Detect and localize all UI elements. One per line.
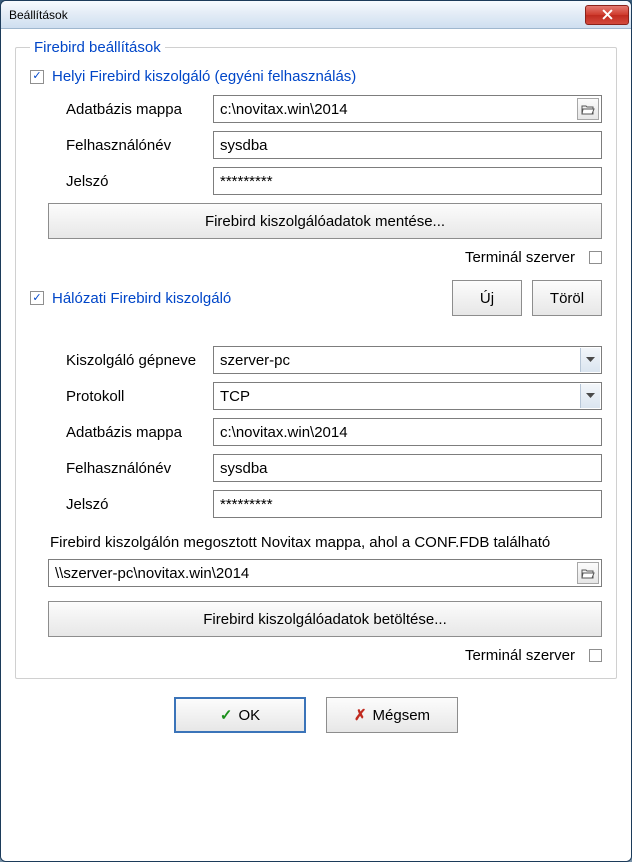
dialog-buttons: ✓ OK ✗ Mégsem bbox=[15, 697, 617, 733]
close-button[interactable] bbox=[585, 5, 629, 25]
network-user-input[interactable] bbox=[213, 454, 602, 482]
local-checkbox[interactable]: ✓ bbox=[30, 70, 44, 84]
ok-button[interactable]: ✓ OK bbox=[174, 697, 306, 733]
window-title: Beállítások bbox=[9, 8, 585, 22]
network-protocol-label: Protokoll bbox=[48, 388, 213, 405]
network-pass-input[interactable] bbox=[213, 490, 602, 518]
cross-icon: ✗ bbox=[354, 706, 367, 724]
local-dbfolder-label: Adatbázis mappa bbox=[48, 101, 213, 118]
settings-window: Beállítások Firebird beállítások ✓ Helyi… bbox=[0, 0, 632, 862]
local-dbfolder-input[interactable] bbox=[213, 95, 602, 123]
network-checkbox-row[interactable]: ✓ Hálózati Firebird kiszolgáló bbox=[30, 290, 442, 307]
local-pass-input[interactable] bbox=[213, 167, 602, 195]
network-protocol-combo[interactable] bbox=[213, 382, 602, 410]
save-local-button[interactable]: Firebird kiszolgálóadatok mentése... bbox=[48, 203, 602, 239]
network-pass-label: Jelszó bbox=[48, 496, 213, 513]
local-checkbox-row[interactable]: ✓ Helyi Firebird kiszolgáló (egyéni felh… bbox=[30, 68, 602, 85]
folder-open-icon bbox=[581, 568, 595, 579]
network-heading: Hálózati Firebird kiszolgáló bbox=[52, 290, 231, 307]
local-terminal-checkbox[interactable] bbox=[589, 251, 602, 264]
titlebar: Beállítások bbox=[1, 1, 631, 29]
network-terminal-label: Terminál szerver bbox=[465, 647, 575, 664]
folder-open-icon bbox=[581, 104, 595, 115]
network-dbfolder-label: Adatbázis mappa bbox=[48, 424, 213, 441]
firebird-group: Firebird beállítások ✓ Helyi Firebird ki… bbox=[15, 39, 617, 679]
local-user-input[interactable] bbox=[213, 131, 602, 159]
check-icon: ✓ bbox=[220, 706, 233, 724]
local-user-label: Felhasználónév bbox=[48, 137, 213, 154]
delete-button[interactable]: Töröl bbox=[532, 280, 602, 316]
local-browse-button[interactable] bbox=[577, 98, 599, 120]
close-icon bbox=[602, 9, 613, 20]
load-network-button[interactable]: Firebird kiszolgálóadatok betöltése... bbox=[48, 601, 602, 637]
local-heading: Helyi Firebird kiszolgáló (egyéni felhas… bbox=[52, 68, 356, 85]
network-terminal-checkbox[interactable] bbox=[589, 649, 602, 662]
network-dbfolder-input[interactable] bbox=[213, 418, 602, 446]
network-host-combo[interactable] bbox=[213, 346, 602, 374]
network-checkbox[interactable]: ✓ bbox=[30, 291, 44, 305]
network-user-label: Felhasználónév bbox=[48, 460, 213, 477]
shared-browse-button[interactable] bbox=[577, 562, 599, 584]
cancel-label: Mégsem bbox=[373, 707, 431, 724]
network-host-label: Kiszolgáló gépneve bbox=[48, 352, 213, 369]
network-section: Kiszolgáló gépneve Protokoll bbox=[48, 346, 602, 664]
ok-label: OK bbox=[238, 707, 260, 724]
new-button[interactable]: Új bbox=[452, 280, 522, 316]
shared-folder-label: Firebird kiszolgálón megosztott Novitax … bbox=[48, 532, 602, 553]
client-area: Firebird beállítások ✓ Helyi Firebird ki… bbox=[1, 29, 631, 861]
local-terminal-label: Terminál szerver bbox=[465, 249, 575, 266]
local-section: Adatbázis mappa Felhasználónév Je bbox=[48, 95, 602, 266]
local-pass-label: Jelszó bbox=[48, 173, 213, 190]
cancel-button[interactable]: ✗ Mégsem bbox=[326, 697, 458, 733]
group-legend: Firebird beállítások bbox=[30, 39, 165, 56]
shared-folder-input[interactable] bbox=[48, 559, 602, 587]
